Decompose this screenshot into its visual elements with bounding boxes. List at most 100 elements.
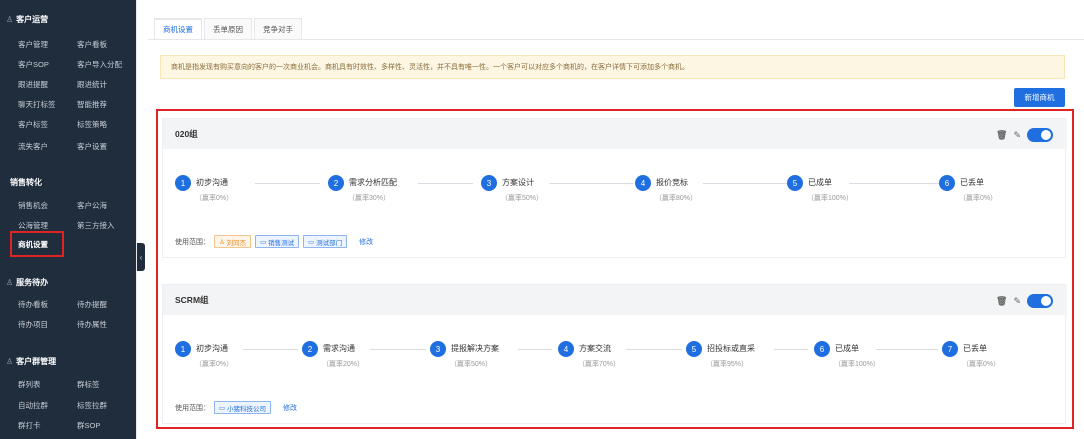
stage-win-rate: （赢率100%） [807, 195, 853, 202]
group-card: 020组 🗑 ✎ 1 初步沟通 （赢率0%） 2 需求分析匹配 （赢率30%） … [162, 118, 1067, 258]
tab-opportunity-settings[interactable]: 商机设置 [154, 18, 202, 39]
sidebar-section-title: 客户群管理 [16, 356, 57, 366]
stage-connector [255, 183, 320, 184]
tab-loss-reasons[interactable]: 丢单原因 [204, 18, 252, 39]
group-name: 020组 [175, 129, 198, 139]
stage-name: 报价竞标 [656, 178, 688, 187]
sidebar-item[interactable]: 销售机会 [18, 198, 48, 212]
scope-label: 使用范围： [175, 404, 210, 412]
edit-scope-link[interactable]: 修改 [283, 403, 297, 413]
sidebar-section-customer-ops[interactable]: ♙ 客户运营 [0, 11, 137, 27]
sidebar: ♙ 客户运营 客户管理 客户看板 客户SOP 客户导入分配 跟进提醒 跟进统计 聊… [0, 0, 137, 439]
sidebar-item[interactable]: 自动拉群 [18, 398, 48, 412]
sidebar-item[interactable]: 待办看板 [18, 297, 48, 311]
stage-name: 已成单 [835, 344, 859, 353]
sidebar-item[interactable]: 流失客户 [18, 139, 48, 153]
stage-name: 已丢单 [960, 178, 984, 187]
sidebar-item[interactable]: 第三方接入 [77, 218, 115, 232]
scope-tag: ▭ 小猪科技公司 [214, 401, 271, 414]
sidebar-item[interactable]: 聊天打标签 [18, 97, 56, 111]
usage-scope: 使用范围： ♙ 刘同杰 ▭ 销售测试 ▭ 测试部门 修改 [175, 235, 373, 248]
stage-number: 5 [686, 341, 702, 357]
group-name: SCRM组 [175, 295, 209, 305]
highlight-box [10, 231, 64, 257]
sidebar-item[interactable]: 客户看板 [77, 37, 107, 51]
stage-win-rate: （赢率30%） [348, 195, 391, 202]
stage-name: 提报解决方案 [451, 344, 499, 353]
edit-icon[interactable]: ✎ [1013, 296, 1021, 307]
usage-scope: 使用范围： ▭ 小猪科技公司 修改 [175, 401, 297, 414]
sidebar-section-sales[interactable]: 销售转化 [0, 174, 137, 190]
user-icon: ♙ [219, 238, 225, 246]
sidebar-item[interactable]: 跟进统计 [77, 77, 107, 91]
sidebar-item[interactable]: 标签拉群 [77, 398, 107, 412]
sidebar-item[interactable]: 群SOP [77, 418, 100, 432]
stage-connector [849, 183, 939, 184]
stage-win-rate: （赢率95%） [706, 361, 749, 368]
sidebar-item[interactable]: 智能推荐 [77, 97, 107, 111]
tab-competitors[interactable]: 竞争对手 [254, 18, 302, 39]
stage-number: 3 [481, 175, 497, 191]
group-header: 020组 🗑 ✎ [163, 119, 1067, 149]
notice-banner: 商机是指发现有购买意向的客户的一次商业机会。商机具有时效性、多样性、灵活性，并不… [160, 55, 1065, 79]
sidebar-item[interactable]: 客户标签 [18, 117, 48, 131]
group-card: SCRM组 🗑 ✎ 1 初步沟通 （赢率0%） 2 需求沟通 （赢率20%） 3 [162, 284, 1067, 424]
sidebar-item[interactable]: 群列表 [18, 377, 41, 391]
folder-icon: ▭ [219, 404, 226, 412]
sidebar-item[interactable]: 客户导入分配 [77, 57, 122, 71]
sidebar-section-title: 服务待办 [16, 277, 49, 287]
scope-label: 使用范围： [175, 238, 210, 246]
sidebar-item[interactable]: 群打卡 [18, 418, 41, 432]
stage-name: 方案设计 [502, 178, 534, 187]
group-header: SCRM组 🗑 ✎ [163, 285, 1067, 315]
stage-name: 方案交流 [579, 344, 611, 353]
sidebar-section-title: 销售转化 [10, 177, 42, 187]
add-opportunity-button[interactable]: 新增商机 [1014, 88, 1065, 107]
enable-toggle[interactable] [1027, 294, 1053, 308]
trash-icon[interactable]: 🗑 [996, 296, 1007, 307]
stage-win-rate: （赢率0%） [962, 361, 1001, 368]
stage-number: 2 [328, 175, 344, 191]
stage-number: 5 [787, 175, 803, 191]
edit-scope-link[interactable]: 修改 [359, 237, 373, 247]
sidebar-item[interactable]: 群标签 [77, 377, 100, 391]
stage-win-rate: （赢率80%） [655, 195, 698, 202]
stage-name: 招投标或直采 [707, 344, 755, 353]
sidebar-item[interactable]: 待办提醒 [77, 297, 107, 311]
sidebar-item[interactable]: 客户设置 [77, 139, 107, 153]
user-icon: ♙ [6, 356, 14, 366]
stage-connector [243, 349, 298, 350]
stage-win-rate: （赢率0%） [195, 195, 234, 202]
stage-connector [703, 183, 787, 184]
sidebar-item[interactable]: 客户公海 [77, 198, 107, 212]
sidebar-section-todo[interactable]: ♙ 服务待办 [0, 274, 137, 290]
scope-tag: ▭ 销售测试 [255, 235, 300, 248]
stage-name: 需求沟通 [323, 344, 355, 353]
sidebar-item[interactable]: 客户管理 [18, 37, 48, 51]
sidebar-item[interactable]: 标签策略 [77, 117, 107, 131]
user-icon: ♙ [6, 277, 14, 287]
folder-icon: ▭ [260, 238, 267, 246]
sidebar-item[interactable]: 公海管理 [18, 218, 48, 232]
stage-connector [518, 349, 552, 350]
sidebar-item[interactable]: 待办属性 [77, 317, 107, 331]
sidebar-item[interactable]: 客户SOP [18, 57, 49, 71]
edit-icon[interactable]: ✎ [1013, 130, 1021, 141]
trash-icon[interactable]: 🗑 [996, 130, 1007, 141]
stage-number: 1 [175, 341, 191, 357]
stage-number: 6 [814, 341, 830, 357]
stage-name: 已成单 [808, 178, 832, 187]
main-content: 商机设置 丢单原因 竞争对手 商机是指发现有购买意向的客户的一次商业机会。商机具… [148, 0, 1084, 439]
sidebar-item[interactable]: 待办项目 [18, 317, 48, 331]
stage-number: 6 [939, 175, 955, 191]
sidebar-collapse-button[interactable]: ‹ [137, 243, 145, 271]
stage-number: 3 [430, 341, 446, 357]
sidebar-item[interactable]: 跟进提醒 [18, 77, 48, 91]
stage-number: 1 [175, 175, 191, 191]
group-actions: 🗑 ✎ [996, 128, 1053, 142]
sidebar-section-groups[interactable]: ♙ 客户群管理 [0, 353, 137, 369]
sidebar-section-title: 客户运营 [16, 14, 49, 24]
group-actions: 🗑 ✎ [996, 294, 1053, 308]
stage-connector [370, 349, 426, 350]
enable-toggle[interactable] [1027, 128, 1053, 142]
